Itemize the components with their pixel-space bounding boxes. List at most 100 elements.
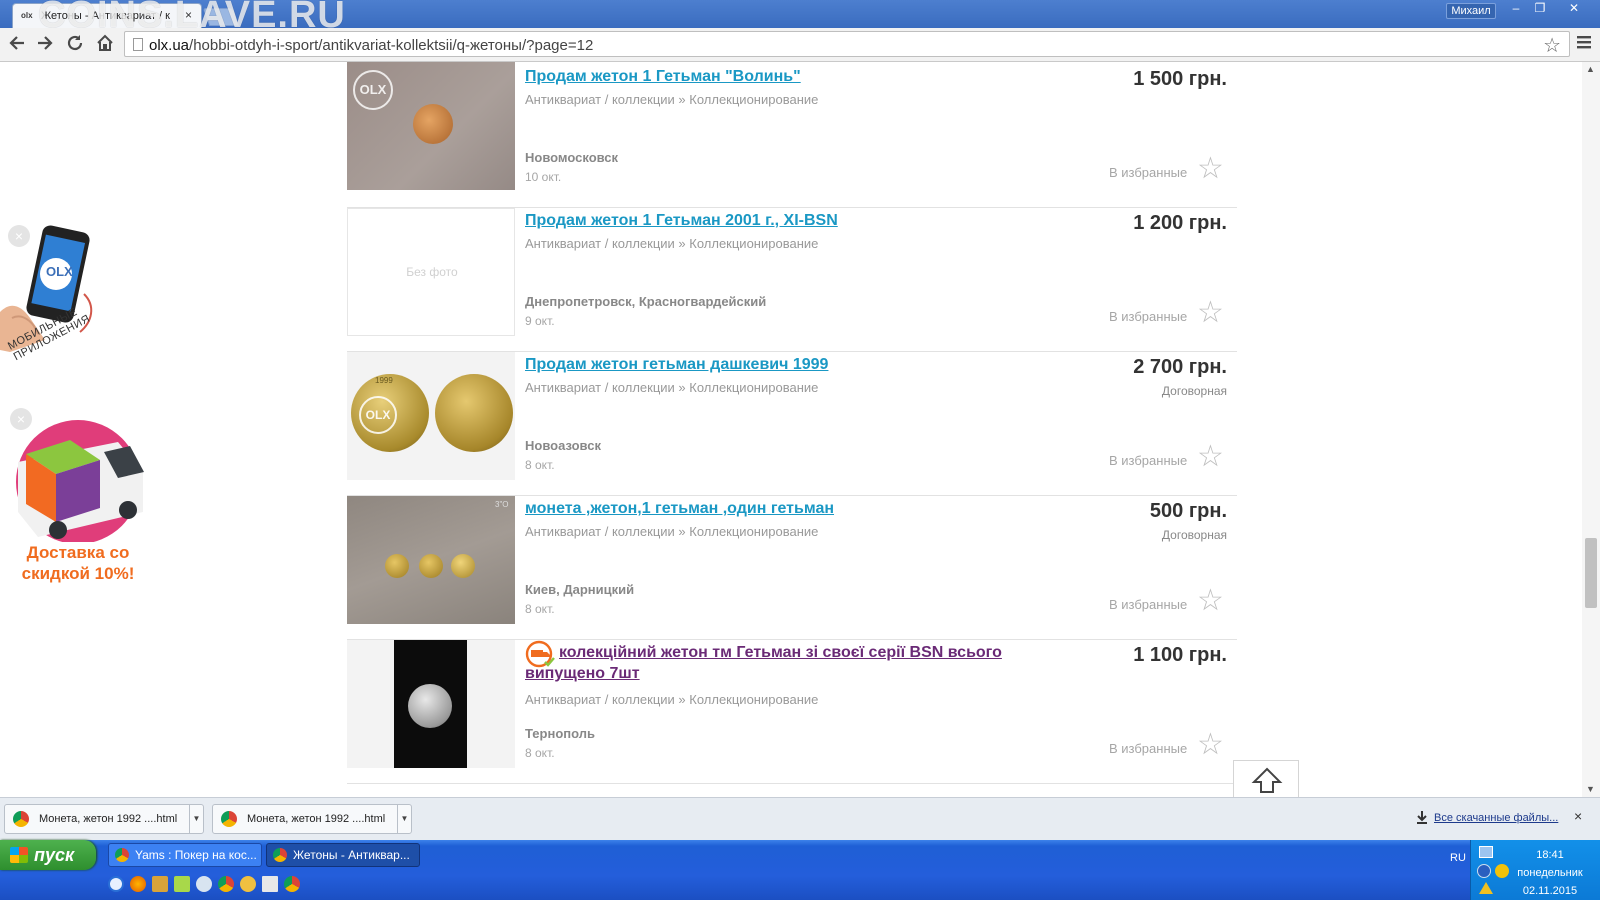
listing-photo[interactable]: OLX: [347, 62, 515, 190]
edit-icon[interactable]: [174, 876, 190, 892]
favorite-star-icon[interactable]: ☆: [1197, 154, 1224, 184]
start-button[interactable]: пуск: [0, 840, 96, 870]
task-label: Жетоны - Антиквар...: [293, 848, 410, 862]
add-to-favorites-label[interactable]: В избранные: [1109, 309, 1187, 324]
close-download-shelf-icon[interactable]: ×: [1574, 808, 1582, 824]
listing-title-link[interactable]: колекційний жетон тм Гетьман зі своєї се…: [525, 642, 1025, 684]
taskbar-window-button-active[interactable]: Жетоны - Антиквар...: [266, 843, 420, 867]
add-to-favorites-label[interactable]: В избранные: [1109, 165, 1187, 180]
download-filename: Монета, жетон 1992 ....html: [39, 813, 178, 825]
chrome-quick-icon[interactable]: [218, 876, 234, 892]
restore-icon[interactable]: ❐: [1528, 1, 1552, 17]
back-arrow-icon[interactable]: [8, 34, 26, 57]
listing-card: 3"O монета ,жетон,1 гетьман ,один гетьма…: [347, 494, 1237, 640]
download-item[interactable]: Монета, жетон 1992 ....html ▼: [212, 804, 412, 834]
favorite-star-icon[interactable]: ☆: [1197, 730, 1224, 760]
listing-photo[interactable]: Без фото: [347, 208, 515, 336]
chrome-icon: [115, 848, 129, 862]
network-tray-icon[interactable]: [1479, 846, 1493, 858]
scroll-up-arrow-icon[interactable]: ▲: [1586, 64, 1595, 74]
listing-title-link[interactable]: Продам жетон гетьман дашкевич 1999: [525, 354, 1025, 375]
download-arrow-icon: [1416, 810, 1428, 829]
listing-category[interactable]: Антиквариат / коллекции » Коллекциониров…: [525, 380, 818, 395]
tool-icon[interactable]: [152, 876, 168, 892]
download-menu-arrow-icon[interactable]: ▼: [189, 805, 203, 833]
system-clock[interactable]: 18:41 понедельник 02.11.2015: [1500, 846, 1600, 900]
listing-date: 8 окт.: [525, 458, 555, 472]
address-bar[interactable]: olx.ua/hobbi-otdyh-i-sport/antikvariat-k…: [124, 31, 1570, 57]
browser-toolbar: olx.ua/hobbi-otdyh-i-sport/antikvariat-k…: [0, 28, 1600, 62]
close-window-icon[interactable]: ✕: [1562, 1, 1586, 17]
address-path: /hobbi-otdyh-i-sport/antikvariat-kollekt…: [189, 37, 594, 54]
no-photo-label: Без фото: [406, 265, 458, 279]
listing-category[interactable]: Антиквариат / коллекции » Коллекциониров…: [525, 236, 818, 251]
olx-logo: OLX: [46, 264, 73, 279]
coin-image: [451, 554, 475, 578]
add-to-favorites-label[interactable]: В избранные: [1109, 453, 1187, 468]
page-content: × OLX МОБИЛЬНЫЕ ПРИЛОЖЕНИЯ × Доставка со…: [0, 62, 1600, 797]
chrome-icon: [273, 848, 287, 862]
coin-image: [435, 374, 513, 452]
mobile-apps-promo[interactable]: OLX МОБИЛЬНЫЕ ПРИЛОЖЕНИЯ: [0, 222, 100, 392]
coin-year: 1999: [375, 376, 393, 385]
chrome-file-icon: [13, 811, 29, 827]
scroll-down-arrow-icon[interactable]: ▼: [1586, 784, 1595, 794]
show-all-downloads-link[interactable]: Все скачанные файлы...: [1434, 812, 1558, 824]
chrome-menu-icon[interactable]: [1576, 34, 1592, 55]
listing-date: 8 окт.: [525, 602, 555, 616]
favorite-star-icon[interactable]: ☆: [1197, 442, 1224, 472]
olx-favicon-icon: olx: [21, 11, 33, 20]
add-to-favorites-label[interactable]: В избранные: [1109, 597, 1187, 612]
listing-date: 9 окт.: [525, 314, 555, 328]
negotiable-label: Договорная: [1161, 528, 1227, 542]
firefox-icon[interactable]: [130, 876, 146, 892]
back-tray-icon[interactable]: [1477, 864, 1491, 878]
profile-button[interactable]: Михаил: [1446, 3, 1496, 19]
favorite-star-icon[interactable]: ☆: [1197, 298, 1224, 328]
taskbar-window-button[interactable]: Yams : Покер на кос...: [108, 843, 262, 867]
favorite-star-icon[interactable]: ☆: [1197, 586, 1224, 616]
start-label: пуск: [34, 845, 75, 865]
minimize-icon[interactable]: –: [1504, 1, 1528, 17]
forward-arrow-icon[interactable]: [36, 34, 54, 57]
delivery-promo-text: Доставка со скидкой 10%!: [21, 543, 135, 583]
listing-photo[interactable]: OLX 1999: [347, 352, 515, 480]
language-indicator[interactable]: RU: [1450, 852, 1466, 864]
listing-price: 500 грн.: [1149, 500, 1227, 522]
ie-icon[interactable]: [108, 876, 124, 892]
scrollbar-thumb[interactable]: [1585, 538, 1597, 608]
bookmark-star-icon[interactable]: ☆: [1543, 33, 1561, 58]
page-scrollbar[interactable]: ▲ ▼: [1582, 62, 1600, 797]
listing-city: Новоазовск: [525, 438, 601, 453]
listing-card: колекційний жетон тм Гетьман зі своєї се…: [347, 638, 1237, 784]
delivery-promo[interactable]: Доставка со скидкой 10%!: [8, 412, 148, 662]
download-item[interactable]: Монета, жетон 1992 ....html ▼: [4, 804, 204, 834]
add-to-favorites-label[interactable]: В избранные: [1109, 741, 1187, 756]
clock-day: понедельник: [1517, 867, 1583, 879]
reload-icon[interactable]: [66, 34, 84, 57]
listing-category[interactable]: Антиквариат / коллекции » Коллекциониров…: [525, 92, 818, 107]
listing-photo[interactable]: [347, 640, 515, 768]
listing-card: OLX Продам жетон 1 Гетьман "Волинь" Анти…: [347, 62, 1237, 208]
listing-category[interactable]: Антиквариат / коллекции » Коллекциониров…: [525, 524, 818, 539]
download-menu-arrow-icon[interactable]: ▼: [397, 805, 411, 833]
address-url[interactable]: olx.ua/hobbi-otdyh-i-sport/antikvariat-k…: [149, 37, 593, 54]
network-icon[interactable]: [196, 876, 212, 892]
coin-image: [419, 554, 443, 578]
listing-title-link[interactable]: Продам жетон 1 Гетьман 2001 г., XI-BSN: [525, 210, 1025, 231]
listing-card: OLX 1999 Продам жетон гетьман дашкевич 1…: [347, 350, 1237, 496]
listing-photo[interactable]: 3"O: [347, 496, 515, 624]
listing-title-link[interactable]: монета ,жетон,1 гетьман ,один гетьман: [525, 498, 1025, 519]
paint-icon[interactable]: [262, 876, 278, 892]
listing-title-link[interactable]: Продам жетон 1 Гетьман "Волинь": [525, 66, 1025, 87]
listing-price: 1 100 грн.: [1133, 644, 1227, 666]
back-to-top-button[interactable]: [1233, 760, 1299, 798]
listing-category[interactable]: Антиквариат / коллекции » Коллекциониров…: [525, 692, 818, 707]
mail-icon[interactable]: [240, 876, 256, 892]
delivery-truck-icon: [16, 420, 144, 544]
warning-tray-icon[interactable]: [1479, 882, 1493, 894]
home-icon[interactable]: [96, 34, 114, 57]
chrome-quick-icon[interactable]: [284, 876, 300, 892]
listing-card: Без фото Продам жетон 1 Гетьман 2001 г.,…: [347, 206, 1237, 352]
negotiable-label: Договорная: [1161, 384, 1227, 398]
